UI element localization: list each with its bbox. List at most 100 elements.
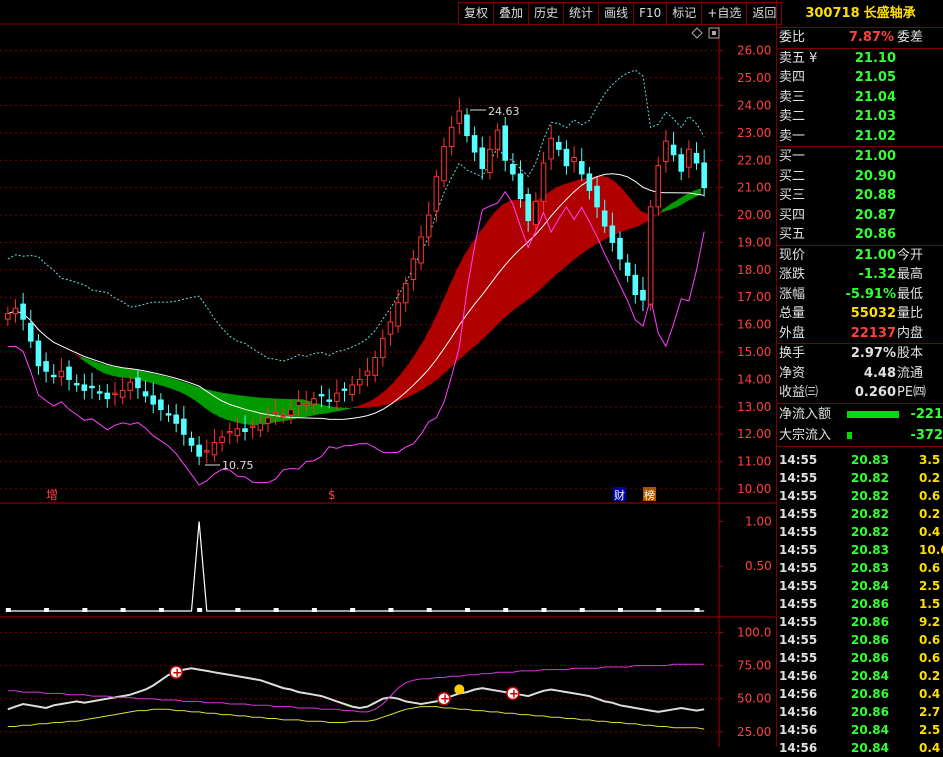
candle[interactable] bbox=[471, 126, 478, 162]
candle[interactable] bbox=[379, 329, 386, 367]
buy-signal-icon[interactable]: + bbox=[169, 665, 183, 679]
candle[interactable] bbox=[395, 289, 401, 333]
candle[interactable] bbox=[66, 360, 72, 391]
candle[interactable] bbox=[663, 129, 669, 173]
add-watchlist-button[interactable]: +自选 bbox=[702, 3, 748, 24]
candle[interactable] bbox=[35, 334, 42, 375]
candle[interactable] bbox=[418, 225, 424, 270]
candle[interactable] bbox=[640, 276, 646, 312]
candle[interactable] bbox=[433, 169, 440, 223]
price-tick: 22.00 bbox=[737, 153, 771, 167]
candle[interactable] bbox=[670, 131, 677, 162]
candle[interactable] bbox=[402, 276, 409, 312]
candle[interactable] bbox=[188, 431, 195, 453]
candle[interactable] bbox=[441, 137, 447, 188]
candle[interactable] bbox=[578, 148, 585, 181]
candle[interactable] bbox=[142, 380, 149, 403]
candle[interactable] bbox=[655, 156, 662, 216]
candle[interactable] bbox=[364, 357, 371, 387]
signal-dot bbox=[197, 608, 203, 612]
statistics-button[interactable]: 统计 bbox=[564, 3, 600, 24]
oscillator-line bbox=[7, 663, 705, 713]
candle[interactable] bbox=[43, 352, 49, 383]
candle[interactable] bbox=[555, 135, 562, 157]
candle[interactable] bbox=[326, 388, 333, 409]
candle[interactable] bbox=[334, 379, 340, 411]
signal-dot bbox=[158, 608, 164, 612]
candle[interactable] bbox=[686, 140, 692, 179]
candle[interactable] bbox=[341, 382, 348, 402]
marker-dollar: $ bbox=[328, 488, 336, 502]
candle[interactable] bbox=[510, 153, 516, 181]
candle[interactable] bbox=[27, 309, 34, 348]
candle[interactable] bbox=[219, 430, 225, 452]
tick-row: 14:55 20.82 0.2 bbox=[779, 506, 941, 521]
candle[interactable] bbox=[410, 249, 417, 291]
candle[interactable] bbox=[5, 306, 11, 327]
candle[interactable] bbox=[563, 140, 570, 175]
cloud-segment bbox=[111, 366, 120, 378]
candle[interactable] bbox=[12, 299, 19, 323]
cloud-segment bbox=[692, 188, 701, 199]
candle[interactable] bbox=[456, 97, 463, 135]
quote-row: 买四 20.87 bbox=[779, 207, 896, 223]
candle[interactable] bbox=[58, 357, 65, 386]
candle[interactable] bbox=[50, 364, 57, 384]
low-price-label: 10.75 bbox=[222, 459, 254, 472]
candle[interactable] bbox=[89, 372, 95, 399]
candle[interactable] bbox=[181, 405, 187, 446]
candle[interactable] bbox=[104, 384, 111, 408]
candle[interactable] bbox=[203, 439, 210, 464]
candle[interactable] bbox=[196, 436, 202, 466]
marker-bang[interactable]: 榜 bbox=[643, 487, 656, 502]
candle[interactable] bbox=[96, 384, 103, 400]
cloud-segment bbox=[95, 361, 105, 374]
overlay-button[interactable]: 叠加 bbox=[494, 3, 530, 24]
candle[interactable] bbox=[158, 393, 164, 421]
candlesticks[interactable] bbox=[5, 97, 707, 466]
price-tick: 14.00 bbox=[737, 372, 771, 386]
kline-chart-area[interactable]: 26.00 25.00 24.00 23.00 22.00 21.00 20.00 19.00… bbox=[0, 0, 776, 747]
candle[interactable] bbox=[150, 382, 157, 414]
candle[interactable] bbox=[81, 373, 88, 400]
candle[interactable] bbox=[318, 385, 325, 408]
buy-signal-icon[interactable]: + bbox=[506, 686, 520, 700]
marker-cai[interactable]: 财 bbox=[613, 487, 626, 502]
candle[interactable] bbox=[387, 310, 394, 346]
candle[interactable] bbox=[173, 403, 179, 433]
draw-line-button[interactable]: 画线 bbox=[599, 3, 635, 24]
candle[interactable] bbox=[448, 116, 455, 156]
diamond-icon[interactable] bbox=[691, 27, 703, 39]
tick-list[interactable]: 14:55 20.83 3.5 14:55 20.82 0.2 14:55 20.82 0.6 1… bbox=[777, 447, 943, 757]
candle[interactable] bbox=[112, 381, 118, 406]
candle[interactable] bbox=[617, 231, 623, 271]
candle[interactable] bbox=[357, 368, 363, 394]
candle[interactable] bbox=[693, 142, 700, 170]
cloud-segment bbox=[371, 395, 380, 408]
candle[interactable] bbox=[571, 146, 577, 173]
candle[interactable] bbox=[372, 350, 378, 383]
settings-icon[interactable] bbox=[708, 27, 720, 39]
candle[interactable] bbox=[464, 108, 470, 143]
f10-button[interactable]: F10 bbox=[634, 3, 668, 24]
restore-rights-button[interactable]: 复权 bbox=[459, 3, 495, 24]
candle[interactable] bbox=[701, 149, 707, 197]
coin-icon bbox=[454, 684, 465, 695]
candle[interactable] bbox=[678, 147, 685, 181]
buy-signal-icon[interactable]: + bbox=[437, 692, 451, 706]
candle[interactable] bbox=[548, 124, 554, 171]
candle[interactable] bbox=[624, 253, 631, 283]
stock-title[interactable]: 300718 长盛轴承 bbox=[777, 0, 943, 28]
candle[interactable] bbox=[647, 199, 654, 311]
history-button[interactable]: 历史 bbox=[529, 3, 565, 24]
candle[interactable] bbox=[119, 376, 126, 405]
oscillator-panel: 100.0 75.00 50.00 25.00 + + + bbox=[0, 626, 771, 739]
candle[interactable] bbox=[494, 123, 501, 159]
candle[interactable] bbox=[487, 135, 493, 180]
candle[interactable] bbox=[502, 116, 509, 172]
mark-button[interactable]: 标记 bbox=[667, 3, 703, 24]
candle[interactable] bbox=[226, 422, 233, 445]
candle[interactable] bbox=[73, 374, 80, 392]
candle[interactable] bbox=[425, 201, 432, 247]
price-tick: 11.00 bbox=[737, 455, 771, 469]
